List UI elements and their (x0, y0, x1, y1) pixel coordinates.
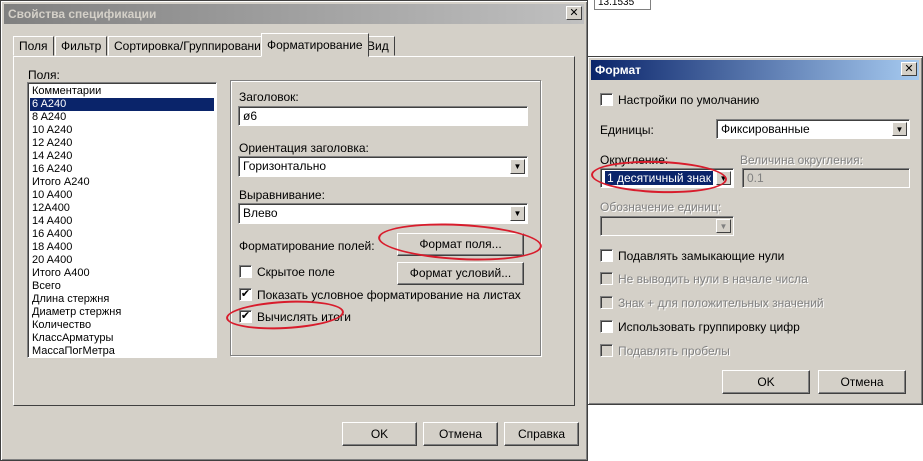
default-settings-checkbox[interactable] (600, 93, 613, 106)
spec-properties-dialog: Свойства спецификации ✕ Поля Фильтр Сорт… (0, 0, 588, 461)
heading-label: Заголовок: (239, 90, 299, 104)
list-item[interactable]: 10 A400 (30, 189, 214, 202)
coordinate-readout: 13.1535 (594, 0, 651, 10)
list-item[interactable]: Итого A400 (30, 267, 214, 280)
show-conditional-format-checkbox[interactable]: ✔ (239, 288, 252, 301)
units-label: Единицы: (600, 123, 654, 137)
list-item[interactable]: 20 A400 (30, 254, 214, 267)
cancel-button[interactable]: Отмена (423, 422, 498, 446)
digit-grouping-checkbox[interactable] (600, 320, 613, 333)
alignment-label: Выравнивание: (239, 188, 325, 202)
list-item[interactable]: Длина стержня (30, 293, 214, 306)
rounding-label: Округление: (600, 153, 669, 167)
rounding-increment-input: 0.1 (742, 168, 910, 188)
fields-list: Комментарии 6 A240 8 A240 10 A240 12 A240 14 … (30, 85, 214, 358)
list-item[interactable]: 16 A240 (30, 163, 214, 176)
format-dialog-title: Формат (595, 63, 642, 77)
list-item[interactable]: Всего (30, 280, 214, 293)
spec-dialog-title: Свойства спецификации (8, 7, 157, 21)
list-item[interactable]: Комментарии (30, 85, 214, 98)
list-item[interactable]: 6 A240 (30, 98, 214, 111)
format-ok-button[interactable]: OK (722, 370, 810, 394)
format-dialog: Формат ✕ Настройки по умолчанию Единицы:… (587, 56, 923, 405)
list-item[interactable]: 14 A240 (30, 150, 214, 163)
hidden-field-checkbox[interactable] (239, 265, 252, 278)
list-item[interactable]: 18 A400 (30, 241, 214, 254)
format-dialog-titlebar[interactable]: Формат ✕ (591, 60, 919, 80)
fields-listbox[interactable]: Комментарии 6 A240 8 A240 10 A240 12 A240 14 … (27, 82, 217, 358)
list-item[interactable]: 8 A240 (30, 111, 214, 124)
digit-grouping-label: Использовать группировку цифр (618, 320, 800, 334)
list-item[interactable]: Количество (30, 319, 214, 332)
ok-button[interactable]: OK (342, 422, 417, 446)
list-item[interactable]: МассаПогМетра (30, 345, 214, 358)
list-item[interactable]: Итого А240 (30, 176, 214, 189)
hidden-field-label: Скрытое поле (257, 265, 335, 279)
units-select[interactable]: Фиксированные ▼ (716, 119, 910, 139)
list-item[interactable]: 12A400 (30, 202, 214, 215)
list-item[interactable]: 16 A400 (30, 228, 214, 241)
rounding-selected-value: 1 десятичный знак (605, 171, 713, 185)
suppress-leading-zeros-label: Не выводить нули в начале числа (618, 272, 808, 286)
tab-filter[interactable]: Фильтр (55, 36, 108, 56)
orientation-select[interactable]: Горизонтально ▼ (238, 156, 528, 177)
tab-sorting-grouping[interactable]: Сортировка/Группирование (108, 36, 274, 56)
list-item[interactable]: КлассАрматуры (30, 332, 214, 345)
calculate-totals-checkbox[interactable]: ✔ (239, 310, 252, 323)
plus-sign-label: Знак + для положительных значений (618, 296, 824, 310)
tab-formatting[interactable]: Форматирование (261, 33, 369, 57)
close-icon[interactable]: ✕ (901, 62, 917, 76)
alignment-select[interactable]: Влево ▼ (238, 203, 528, 224)
chevron-down-icon[interactable]: ▼ (892, 122, 907, 136)
show-conditional-format-label: Показать условное форматирование на лист… (257, 288, 521, 302)
plus-sign-checkbox (600, 296, 613, 309)
tab-fields[interactable]: Поля (13, 36, 54, 56)
rounding-select[interactable]: 1 десятичный знак ▼ (600, 168, 734, 188)
rounding-increment-label: Величина округления: (740, 153, 863, 167)
chevron-down-icon: ▼ (716, 219, 731, 233)
suppress-spaces-checkbox (600, 344, 613, 357)
list-item[interactable]: 10 A240 (30, 124, 214, 137)
unit-symbol-label: Обозначение единиц: (600, 200, 722, 214)
unit-symbol-select: ▼ (600, 216, 734, 236)
format-cancel-button[interactable]: Отмена (818, 370, 906, 394)
conditional-format-button[interactable]: Формат условий... (397, 262, 524, 285)
orientation-label: Ориентация заголовка: (239, 141, 369, 155)
field-format-button[interactable]: Формат поля... (397, 233, 524, 256)
help-button[interactable]: Справка (504, 422, 579, 446)
close-icon[interactable]: ✕ (566, 6, 582, 20)
chevron-down-icon[interactable]: ▼ (716, 171, 731, 185)
suppress-leading-zeros-checkbox (600, 272, 613, 285)
list-item[interactable]: 12 A240 (30, 137, 214, 150)
heading-input[interactable]: ø6 (238, 106, 528, 126)
list-item[interactable]: Диаметр стержня (30, 306, 214, 319)
suppress-trailing-zeros-label: Подавлять замыкающие нули (618, 249, 785, 263)
chevron-down-icon[interactable]: ▼ (510, 206, 525, 221)
field-formatting-label: Форматирование полей: (239, 239, 375, 253)
list-item[interactable]: 14 A400 (30, 215, 214, 228)
spec-dialog-titlebar[interactable]: Свойства спецификации ✕ (4, 4, 584, 24)
default-settings-label: Настройки по умолчанию (618, 93, 760, 107)
calculate-totals-label: Вычислять итоги (257, 310, 351, 324)
fields-label: Поля: (28, 68, 60, 82)
suppress-spaces-label: Подавлять пробелы (618, 344, 730, 358)
chevron-down-icon[interactable]: ▼ (510, 159, 525, 174)
suppress-trailing-zeros-checkbox[interactable] (600, 249, 613, 262)
